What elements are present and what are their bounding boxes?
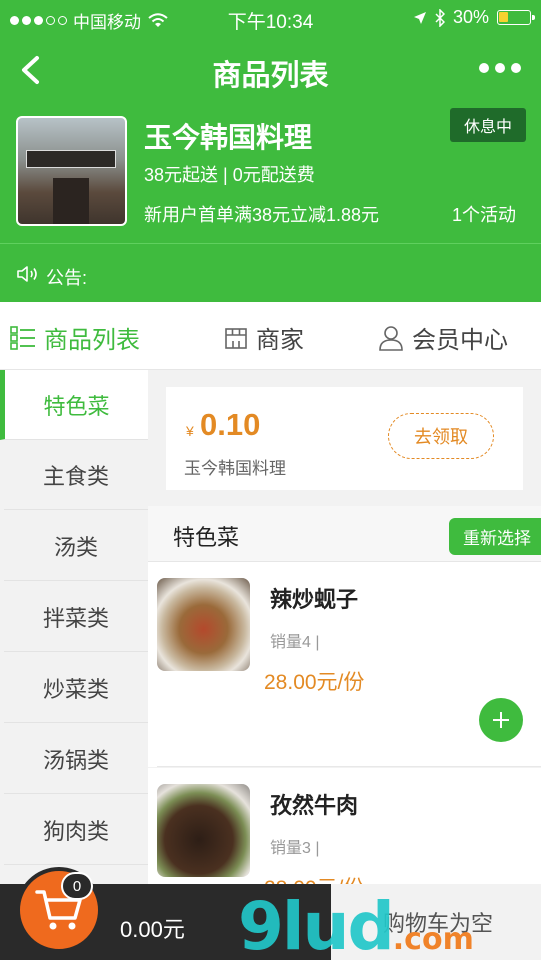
coupon-shop-name: 玉今韩国料理 (184, 459, 286, 478)
tab-member-center[interactable]: 会员中心 (378, 320, 508, 355)
list-icon (10, 325, 35, 350)
divider (157, 766, 541, 767)
tab-label: 商品列表 (44, 327, 140, 354)
product-name: 辣炒蚬子 (270, 587, 359, 612)
category-item[interactable]: 汤类 (4, 511, 148, 581)
section-title: 特色菜 (173, 525, 240, 550)
category-item[interactable]: 特色菜 (0, 370, 148, 440)
product-item[interactable]: 辣炒蚬子 销量4 | 28.00元/份 (148, 562, 541, 767)
product-sales: 销量3 | (270, 840, 320, 857)
promotion-text: 新用户首单满38元立减1.88元 (144, 205, 380, 225)
product-list: ¥ 0.10 玉今韩国料理 去领取 特色菜 重新选择 辣炒蚬子 销量4 | 28… (148, 370, 541, 884)
cart-count-badge: 0 (61, 872, 93, 900)
cart-total: 0.00元 (120, 917, 185, 942)
coupon-card: ¥ 0.10 玉今韩国料理 去领取 (166, 387, 523, 490)
location-arrow-icon (413, 11, 426, 24)
category-item[interactable]: 汤锅类 (4, 724, 148, 794)
product-image (157, 784, 250, 877)
tab-label: 商家 (256, 327, 304, 354)
status-badge: 休息中 (449, 108, 526, 142)
battery-icon (497, 10, 535, 25)
product-image (157, 578, 250, 671)
activity-link[interactable]: 1个活动 (452, 201, 516, 227)
shop-name: 玉今韩国料理 (144, 122, 313, 153)
product-price: 28.00元/份 (264, 671, 365, 694)
category-item[interactable]: 主食类 (4, 440, 148, 510)
notice-label: 公告: (46, 268, 88, 288)
category-item[interactable]: 拌菜类 (4, 582, 148, 652)
reselect-button[interactable]: 重新选择 (449, 518, 541, 555)
speaker-icon (17, 266, 37, 282)
shop-door-image (53, 178, 89, 224)
watermark: 9lud.com (238, 888, 474, 960)
nav-bar: 商品列表 (0, 40, 541, 100)
shop-photo (16, 116, 127, 226)
battery-percent: 30% (452, 7, 489, 27)
tab-product-list[interactable]: 商品列表 (10, 320, 140, 355)
battery-fill (499, 12, 508, 22)
shop-info: 玉今韩国料理 休息中 38元起送 | 0元配送费 新用户首单满38元立减1.88… (16, 108, 526, 228)
watermark-text: 9lud (238, 888, 395, 960)
product-sales: 销量4 | (270, 634, 320, 651)
bluetooth-icon (435, 8, 445, 27)
product-item[interactable]: 孜然牛肉 销量3 | 28.00元/份 (148, 768, 541, 884)
product-name: 孜然牛肉 (270, 793, 359, 818)
category-sidebar: 特色菜 主食类 汤类 拌菜类 炒菜类 汤锅类 狗肉类 (0, 370, 148, 884)
category-item[interactable]: 炒菜类 (4, 653, 148, 723)
notice-bar[interactable]: 公告: (0, 243, 541, 302)
user-icon (379, 325, 403, 351)
claim-coupon-button[interactable]: 去领取 (388, 413, 494, 459)
shop-header: 中国移动 下午10:34 30% 商品列表 玉今韩国料理 休息中 38元起送 |… (0, 0, 541, 302)
watermark-suffix: .com (392, 922, 474, 957)
tab-merchant[interactable]: 商家 (224, 320, 304, 355)
status-right: 30% (413, 7, 535, 28)
coupon-amount: 0.10 (200, 407, 261, 442)
product-price: 28.00元/份 (264, 872, 364, 884)
delivery-info: 38元起送 | 0元配送费 (144, 165, 315, 185)
category-item[interactable]: 狗肉类 (4, 795, 148, 865)
section-header: 特色菜 重新选择 (148, 506, 541, 562)
tab-label: 会员中心 (412, 327, 508, 354)
currency-symbol: ¥ (186, 423, 194, 439)
tab-bar: 商品列表 商家 会员中心 (0, 302, 541, 370)
store-icon (225, 327, 247, 349)
shop-sign-image (26, 150, 116, 168)
more-dots-icon[interactable] (479, 63, 521, 73)
plus-icon (493, 712, 509, 728)
page-title: 商品列表 (212, 60, 329, 92)
status-bar: 中国移动 下午10:34 30% (0, 0, 541, 36)
add-to-cart-button[interactable] (479, 698, 523, 742)
